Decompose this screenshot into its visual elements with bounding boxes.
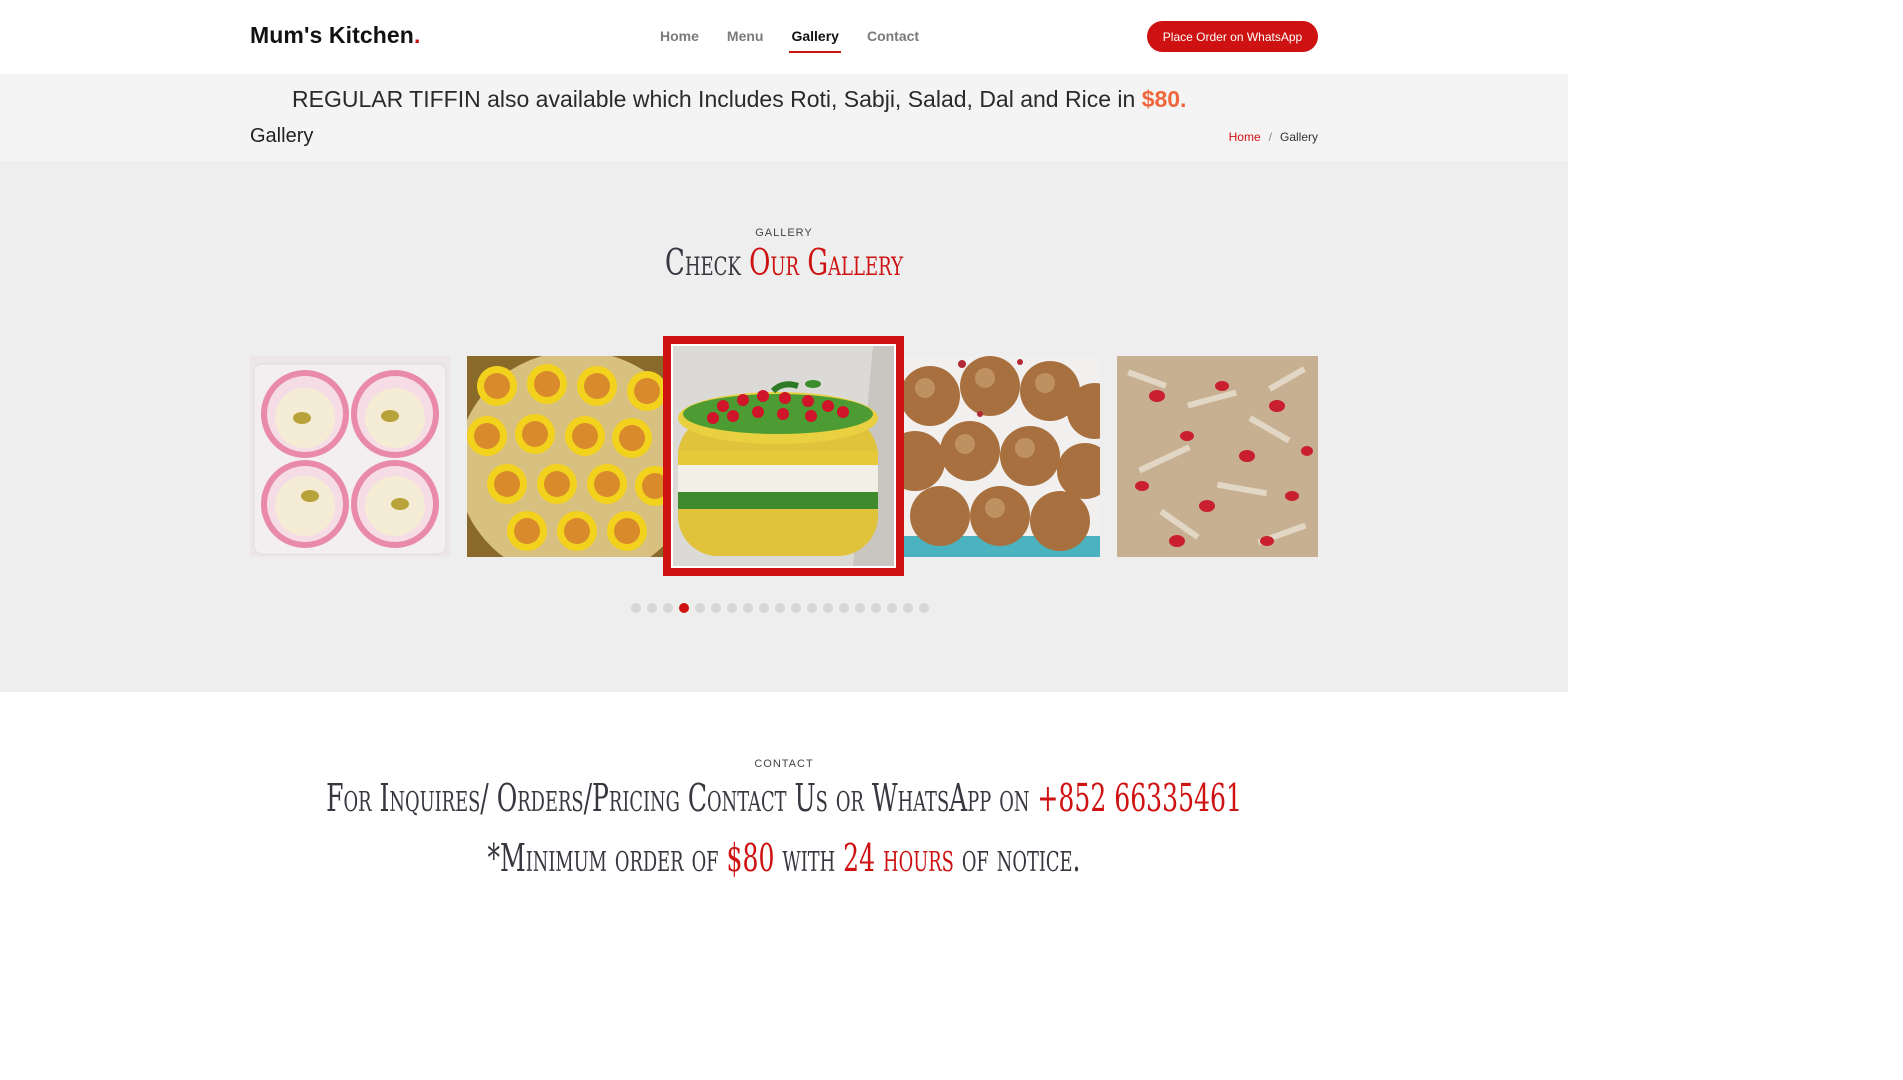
min-order-text-a: *Minimum order of xyxy=(487,836,719,880)
min-order-price: $80 xyxy=(726,836,775,880)
nav-gallery[interactable]: Gallery xyxy=(789,28,842,53)
breadcrumb-home-link[interactable]: Home xyxy=(1229,130,1261,144)
pagination-dot[interactable] xyxy=(839,603,849,613)
pagination-dot[interactable] xyxy=(663,603,673,613)
pagination-dot[interactable] xyxy=(807,603,817,613)
pagination-dot[interactable] xyxy=(743,603,753,613)
min-order-text-b: with xyxy=(782,836,836,880)
contact-section-label: CONTACT xyxy=(754,758,814,770)
gallery-slide-1[interactable] xyxy=(250,356,450,557)
gallery-title-red: Our Gallery xyxy=(749,243,903,284)
contact-inquiry-line: For Inquires/ Orders/Pricing Contact Us … xyxy=(267,776,1302,820)
gallery-slide-5[interactable] xyxy=(1117,356,1318,557)
pagination-dot[interactable] xyxy=(759,603,769,613)
pagination-dot[interactable] xyxy=(791,603,801,613)
pagination-dot[interactable] xyxy=(887,603,897,613)
pink-cup-sweets-image xyxy=(250,356,450,557)
breadcrumb-band: REGULAR TIFFIN also available which Incl… xyxy=(0,74,1568,161)
pagination-dot[interactable] xyxy=(823,603,833,613)
min-order-text-c: of notice. xyxy=(961,836,1081,880)
pagination-dot[interactable] xyxy=(727,603,737,613)
pagination-dot[interactable] xyxy=(903,603,913,613)
nav-menu[interactable]: Menu xyxy=(727,28,764,50)
site-logo[interactable]: Mum's Kitchen. xyxy=(250,22,420,49)
pagination-dot[interactable] xyxy=(631,603,641,613)
promo-text: REGULAR TIFFIN also available which Incl… xyxy=(292,86,1136,112)
logo-text: Mum's Kitchen xyxy=(250,22,414,48)
contact-phone-number[interactable]: +852 66335461 xyxy=(1037,776,1242,820)
breadcrumb-current: Gallery xyxy=(1279,130,1318,144)
pagination-dot[interactable] xyxy=(711,603,721,613)
breadcrumb-separator: / xyxy=(1268,130,1272,144)
whatsapp-order-button[interactable]: Place Order on WhatsApp xyxy=(1147,21,1318,52)
main-nav: Home Menu Gallery Contact xyxy=(660,28,947,53)
layered-dhokla-cake-image xyxy=(673,346,894,566)
gallery-pagination xyxy=(631,603,929,613)
pagination-dot[interactable] xyxy=(775,603,785,613)
min-order-hours: 24 hours xyxy=(843,836,954,880)
gallery-section: GALLERY Check Our Gallery xyxy=(0,161,1568,692)
gallery-title-plain: Check xyxy=(664,243,741,284)
contact-line1-text: For Inquires/ Orders/Pricing Contact Us … xyxy=(326,776,1030,820)
page-title: Gallery xyxy=(250,125,314,147)
sesame-laddoos-image xyxy=(900,356,1100,557)
logo-dot: . xyxy=(413,22,421,48)
pagination-dot[interactable] xyxy=(919,603,929,613)
nav-home[interactable]: Home xyxy=(660,28,699,50)
pagination-dot[interactable] xyxy=(871,603,881,613)
nav-contact[interactable]: Contact xyxy=(867,28,919,50)
rose-petal-sweet-image xyxy=(1117,356,1318,557)
minimum-order-line: *Minimum order of $80 with 24 hours of n… xyxy=(267,836,1302,880)
pagination-dot-active[interactable] xyxy=(679,603,689,613)
pagination-dot[interactable] xyxy=(695,603,705,613)
yellow-cup-laddoos-image xyxy=(467,356,667,557)
site-header: Mum's Kitchen. Home Menu Gallery Contact… xyxy=(0,0,1568,74)
breadcrumb: Home / Gallery xyxy=(1229,130,1318,144)
promo-price: $80. xyxy=(1141,86,1187,112)
gallery-slide-3-active[interactable] xyxy=(663,336,904,576)
gallery-section-title: Check Our Gallery xyxy=(220,243,1349,284)
gallery-slide-2[interactable] xyxy=(467,356,667,557)
pagination-dot[interactable] xyxy=(855,603,865,613)
gallery-section-label: GALLERY xyxy=(755,227,813,239)
pagination-dot[interactable] xyxy=(647,603,657,613)
tiffin-promo: REGULAR TIFFIN also available which Incl… xyxy=(292,86,1186,113)
gallery-slide-4[interactable] xyxy=(900,356,1100,557)
